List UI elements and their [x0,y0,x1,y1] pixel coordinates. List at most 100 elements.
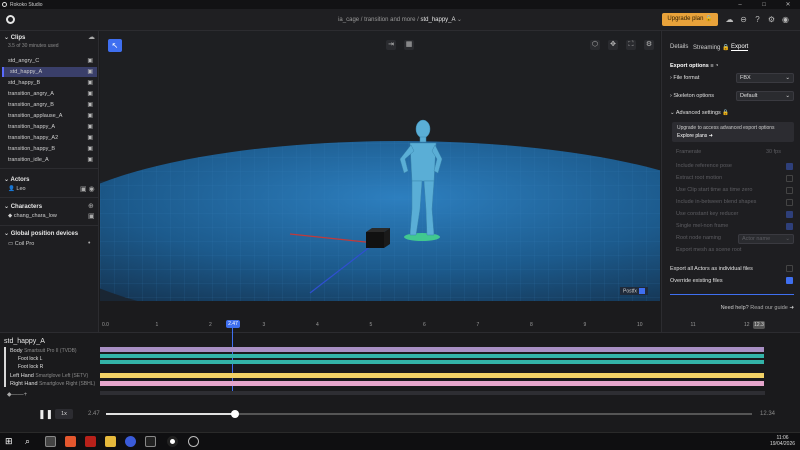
app-blue-icon[interactable] [125,436,136,447]
actors-heading[interactable]: ⌄ Actors [4,176,30,183]
file-format-label: › File format [670,75,700,81]
clip-lock-icon[interactable]: ▣ [87,122,93,132]
track-bar[interactable] [100,360,764,364]
clip-lock-icon[interactable]: ▣ [87,144,93,154]
windows-start-icon[interactable]: ⊞ [5,436,16,447]
ruler-tick: 2 [209,322,212,328]
link-icon[interactable]: ⊖ [738,14,749,25]
track-label[interactable]: Foot lock R [18,364,43,370]
rokoko-taskbar-icon[interactable] [167,436,178,447]
breadcrumb-path[interactable]: ia_cage / transition and more / [338,17,420,23]
tab-streaming[interactable]: Streaming 🔒 [693,44,730,51]
gpd-heading[interactable]: ⌄ Global position devices [4,230,78,237]
export-all-checkbox[interactable] [786,265,793,272]
speed-selector[interactable]: 1x [55,409,73,419]
layout-icon[interactable]: ▦ [404,40,414,50]
clips-heading[interactable]: ⌄ Clips [4,34,25,41]
select-tool-button[interactable]: ↖ [108,39,122,52]
track-label[interactable]: Right Hand Smartglove Right (SBHL) [10,381,95,387]
character-chang[interactable]: ◆ chang_chara_low [8,213,57,219]
clip-label: transition_angry_B [8,102,54,108]
clip-lock-icon[interactable]: ▣ [87,89,93,99]
search-icon[interactable]: ⌕ [25,436,36,447]
character-visibility-icon[interactable]: ▣ [88,212,95,220]
ruler-tick: 3 [262,322,266,328]
app-circle-icon[interactable] [188,436,199,447]
cube-view-icon[interactable]: ⬡ [590,40,600,50]
clock[interactable]: 11:06 19/04/2026 [770,435,795,447]
help-icon[interactable]: ? [752,14,763,25]
minimize-button[interactable]: – [728,2,752,8]
zoom-slider[interactable]: ◆——+ [7,391,27,398]
timeline-ruler[interactable]: 0.0 1 2 3 4 5 6 7 8 9 10 11 12 [100,319,765,331]
clip-item[interactable]: transition_happy_A ▣ [2,122,97,132]
pin-icon[interactable]: ⇥ [386,40,396,50]
app-a-icon[interactable] [145,436,156,447]
maximize-button[interactable]: □ [752,2,776,8]
clip-lock-icon[interactable]: ▣ [87,133,93,143]
track-bar[interactable] [100,373,764,378]
actor-lock-icon[interactable]: ▣ ◉ [80,185,95,193]
add-character-icon[interactable]: ⊕ [88,202,94,210]
tab-details[interactable]: Details [670,44,688,50]
track-bar[interactable] [100,347,764,352]
upgrade-plan-button[interactable]: Upgrade plan 🔒 [662,13,718,26]
advanced-settings-title[interactable]: ⌄ Advanced settings 🔒 [670,110,729,116]
clip-item[interactable]: transition_happy_B ▣ [2,144,97,154]
clip-item[interactable]: transition_applause_A ▣ [2,111,97,121]
track-label[interactable]: Body Smartsuit Pro II (TVDB) [10,348,77,354]
clip-lock-icon[interactable]: ▣ [87,155,93,165]
cloud-icon[interactable]: ☁ [724,14,735,25]
clip-item[interactable]: transition_idle_A ▣ [2,155,97,165]
clip-item[interactable]: std_happy_A ▣ [2,67,97,77]
window-title: Rokoko Studio [10,1,43,8]
skeleton-options-select[interactable]: Default ⌄ [736,91,794,101]
brave-icon[interactable] [65,436,76,447]
move-tool-icon[interactable]: ✥ [608,40,618,50]
ruler-tick: 5 [369,322,373,328]
file-explorer-icon[interactable] [105,436,116,447]
postfx-toggle[interactable]: Postfx [620,287,648,296]
3d-viewport[interactable]: ↖ ⇥ ▦ ⬡ ✥ ⛶ ⚙ Postfx [100,31,660,301]
playhead-label[interactable]: 2.47 [226,320,240,328]
clip-lock-icon[interactable]: ▣ [87,111,93,121]
ruler-tick: 12 [744,322,750,328]
clip-item[interactable]: transition_happy_A2 ▣ [2,133,97,143]
clip-item[interactable]: std_angry_C ▣ [2,56,97,66]
track-bar[interactable] [100,354,764,358]
track-label[interactable]: Foot lock L [18,356,42,362]
breadcrumb-current[interactable]: std_happy_A [420,17,455,23]
file-format-select[interactable]: FBX ⌄ [736,73,794,83]
close-button[interactable]: ✕ [776,1,800,8]
track-label[interactable]: Left Hand Smartglove Left (SETV) [10,373,88,379]
settings-icon[interactable]: ⚙ [766,14,777,25]
actor-leo[interactable]: 👤 Leo [8,186,26,192]
end-marker[interactable]: 12.3 [753,321,765,329]
clip-label: transition_happy_A2 [8,135,59,141]
read-guide-link[interactable]: Read our guide [750,305,788,311]
explore-plans-link[interactable]: Explore plans ➜ [677,133,789,139]
clip-item[interactable]: transition_angry_A ▣ [2,89,97,99]
pause-button[interactable]: ❚❚ [38,409,53,420]
viewport-settings-icon[interactable]: ⚙ [644,40,654,50]
clip-lock-icon[interactable]: ▣ [87,100,93,110]
window-titlebar: Rokoko Studio – □ ✕ [0,0,800,9]
fullscreen-icon[interactable]: ⛶ [626,40,636,50]
disabled-option-checkbox [786,163,793,170]
clip-lock-icon[interactable]: ▣ [87,56,93,66]
tab-export[interactable]: Export [731,44,749,51]
disabled-option-label: Include in-between blend shapes [676,199,757,205]
clip-item[interactable]: transition_angry_B ▣ [2,100,97,110]
clip-item[interactable]: std_happy_B ▣ [2,78,97,88]
device-coil-pro[interactable]: ▭ Coil Pro [8,241,34,247]
cloud-sync-icon[interactable]: ☁ [88,33,95,41]
characters-heading[interactable]: ⌄ Characters [4,203,42,210]
app-red-icon[interactable] [85,436,96,447]
timeline-scrollbar[interactable] [100,391,765,395]
override-checkbox[interactable] [786,277,793,284]
track-bar[interactable] [100,381,764,386]
profile-icon[interactable]: ◉ [780,14,791,25]
clip-lock-icon[interactable]: ▣ [87,78,93,88]
task-view-icon[interactable] [45,436,56,447]
clip-lock-icon[interactable]: ▣ [87,67,93,77]
